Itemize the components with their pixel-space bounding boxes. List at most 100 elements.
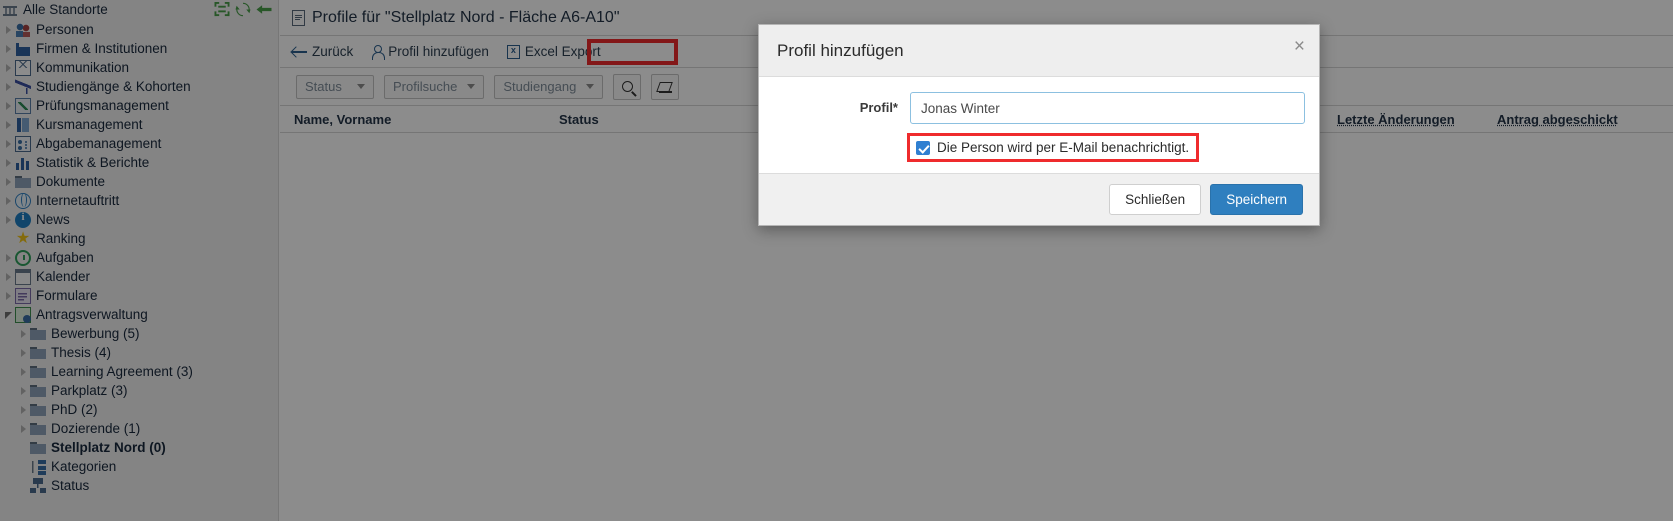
- close-icon[interactable]: ×: [1294, 37, 1305, 56]
- sidebar-item-label: Abgabemanagement: [36, 136, 162, 151]
- sidebar-item-kursmanagement[interactable]: Kursmanagement: [0, 115, 278, 134]
- sidebar-item-parkplatz-3[interactable]: Parkplatz (3): [0, 381, 278, 400]
- sidebar-item-prüfungsmanagement[interactable]: Prüfungsmanagement: [0, 96, 278, 115]
- sidebar-item-status[interactable]: Status: [0, 476, 278, 495]
- status-filter[interactable]: Status: [296, 74, 374, 99]
- sidebar-item-dokumente[interactable]: Dokumente: [0, 172, 278, 191]
- tree-twisty[interactable]: [2, 310, 15, 319]
- sidebar-item-formulare[interactable]: Formulare: [0, 286, 278, 305]
- tree-twisty[interactable]: [17, 367, 30, 376]
- arrow-left-icon: [292, 46, 307, 57]
- profile-field-wrap: [910, 92, 1305, 124]
- book-icon: [15, 116, 31, 133]
- tree-twisty[interactable]: [2, 63, 15, 72]
- sidebar-item-kalender[interactable]: Kalender: [0, 267, 278, 286]
- search-button[interactable]: [613, 73, 642, 100]
- sidebar-item-stellplatz-nord-0[interactable]: Stellplatz Nord (0): [0, 438, 278, 457]
- folder-icon: [30, 382, 46, 399]
- profile-input[interactable]: [910, 92, 1305, 124]
- tree-twisty[interactable]: [2, 44, 15, 53]
- factory-icon: [15, 40, 31, 57]
- folder-icon: [30, 344, 46, 361]
- sidebar-item-thesis-4[interactable]: Thesis (4): [0, 343, 278, 362]
- tree-twisty[interactable]: [2, 215, 15, 224]
- sidebar-item-label: Stellplatz Nord (0): [51, 440, 166, 455]
- tree-twisty[interactable]: [2, 120, 15, 129]
- sidebar-item-studiengänge-kohorten[interactable]: Studiengänge & Kohorten: [0, 77, 278, 96]
- tree-twisty[interactable]: [2, 158, 15, 167]
- refresh-icon[interactable]: [235, 2, 251, 17]
- info-icon: [15, 211, 31, 228]
- sidebar-item-label: Personen: [36, 22, 94, 37]
- tree-twisty[interactable]: [2, 196, 15, 205]
- tree-twisty[interactable]: [2, 101, 15, 110]
- column-header-antrag-abgeschickt[interactable]: Antrag abgeschickt: [1483, 112, 1673, 127]
- tree-twisty[interactable]: [2, 139, 15, 148]
- chevron-right-icon: [6, 139, 11, 148]
- sidebar-item-label: Parkplatz (3): [51, 383, 128, 398]
- sidebar-item-aufgaben[interactable]: Aufgaben: [0, 248, 278, 267]
- star-icon: ★: [15, 229, 31, 247]
- sidebar-item-personen[interactable]: Personen: [0, 20, 278, 39]
- tree-twisty[interactable]: [17, 405, 30, 414]
- sidebar-item-kategorien[interactable]: Kategorien: [0, 457, 278, 476]
- clear-filters-button[interactable]: [651, 73, 680, 100]
- chevron-right-icon: [21, 348, 26, 357]
- back-arrow-icon[interactable]: [256, 2, 272, 17]
- chevron-right-icon: [21, 405, 26, 414]
- close-button[interactable]: Schließen: [1109, 184, 1202, 215]
- sidebar-item-internetauftritt[interactable]: Internetauftritt: [0, 191, 278, 210]
- tree-twisty[interactable]: [17, 386, 30, 395]
- tree-twisty[interactable]: [17, 329, 30, 338]
- collapse-all-icon[interactable]: [214, 2, 230, 17]
- add-profile-label: Profil hinzufügen: [388, 44, 489, 59]
- tree-twisty[interactable]: [2, 272, 15, 281]
- form-icon: [15, 287, 31, 304]
- chevron-right-icon: [6, 25, 11, 34]
- chevron-right-icon: [6, 253, 11, 262]
- back-button-label: Zurück: [312, 44, 354, 59]
- tree-twisty[interactable]: [2, 25, 15, 34]
- sidebar-item-firmen-institutionen[interactable]: Firmen & Institutionen: [0, 39, 278, 58]
- chevron-right-icon: [6, 44, 11, 53]
- save-button[interactable]: Speichern: [1210, 184, 1303, 215]
- page-title: Profile für "Stellplatz Nord - Fläche A6…: [312, 8, 620, 26]
- sidebar-item-ranking[interactable]: ★ Ranking: [0, 229, 278, 248]
- graduation-cap-icon: [15, 78, 31, 95]
- column-header-name[interactable]: Name, Vorname: [280, 112, 545, 127]
- tree-twisty[interactable]: [17, 424, 30, 433]
- tree-twisty[interactable]: [2, 291, 15, 300]
- highlight-box-checkbox: Die Person wird per E-Mail benachrichtig…: [907, 133, 1200, 162]
- tree-twisty[interactable]: [2, 177, 15, 186]
- chevron-right-icon: [6, 177, 11, 186]
- sidebar-item-kommunikation[interactable]: Kommunikation: [0, 58, 278, 77]
- card-icon: [15, 135, 31, 152]
- studiengang-filter[interactable]: Studiengang: [494, 74, 604, 99]
- sidebar-item-learning-agreement-3[interactable]: Learning Agreement (3): [0, 362, 278, 381]
- sidebar-item-news[interactable]: News: [0, 210, 278, 229]
- add-profile-button[interactable]: Profil hinzufügen: [371, 44, 501, 60]
- folder-icon: [30, 401, 46, 418]
- sidebar-item-abgabemanagement[interactable]: Abgabemanagement: [0, 134, 278, 153]
- chevron-down-icon: [5, 312, 12, 319]
- sidebar-item-label: Status: [51, 478, 90, 493]
- app-root: Alle Standorte Personen Firmen & Institu…: [0, 0, 1673, 521]
- notify-email-checkbox[interactable]: [916, 140, 930, 155]
- sidebar-item-label: Antragsverwaltung: [36, 307, 148, 322]
- sidebar-item-statistik-berichte[interactable]: Statistik & Berichte: [0, 153, 278, 172]
- sidebar-item-label: PhD (2): [51, 402, 98, 417]
- sidebar-item-bewerbung-5[interactable]: Bewerbung (5): [0, 324, 278, 343]
- chevron-right-icon: [6, 158, 11, 167]
- profile-field-label: Profil*: [859, 100, 898, 115]
- tree-twisty[interactable]: [2, 253, 15, 262]
- sidebar-item-dozierende-1[interactable]: Dozierende (1): [0, 419, 278, 438]
- back-button[interactable]: Zurück: [292, 44, 365, 59]
- sidebar-item-label: News: [36, 212, 70, 227]
- chevron-down-icon: [586, 84, 595, 89]
- tree-twisty[interactable]: [17, 348, 30, 357]
- column-header-letzte-aenderungen[interactable]: Letzte Änderungen: [1323, 112, 1483, 127]
- profilsuche-filter[interactable]: Profilsuche: [384, 74, 485, 99]
- sidebar-item-antragsverwaltung[interactable]: Antragsverwaltung: [0, 305, 278, 324]
- sidebar-item-phd-2[interactable]: PhD (2): [0, 400, 278, 419]
- tree-twisty[interactable]: [2, 82, 15, 91]
